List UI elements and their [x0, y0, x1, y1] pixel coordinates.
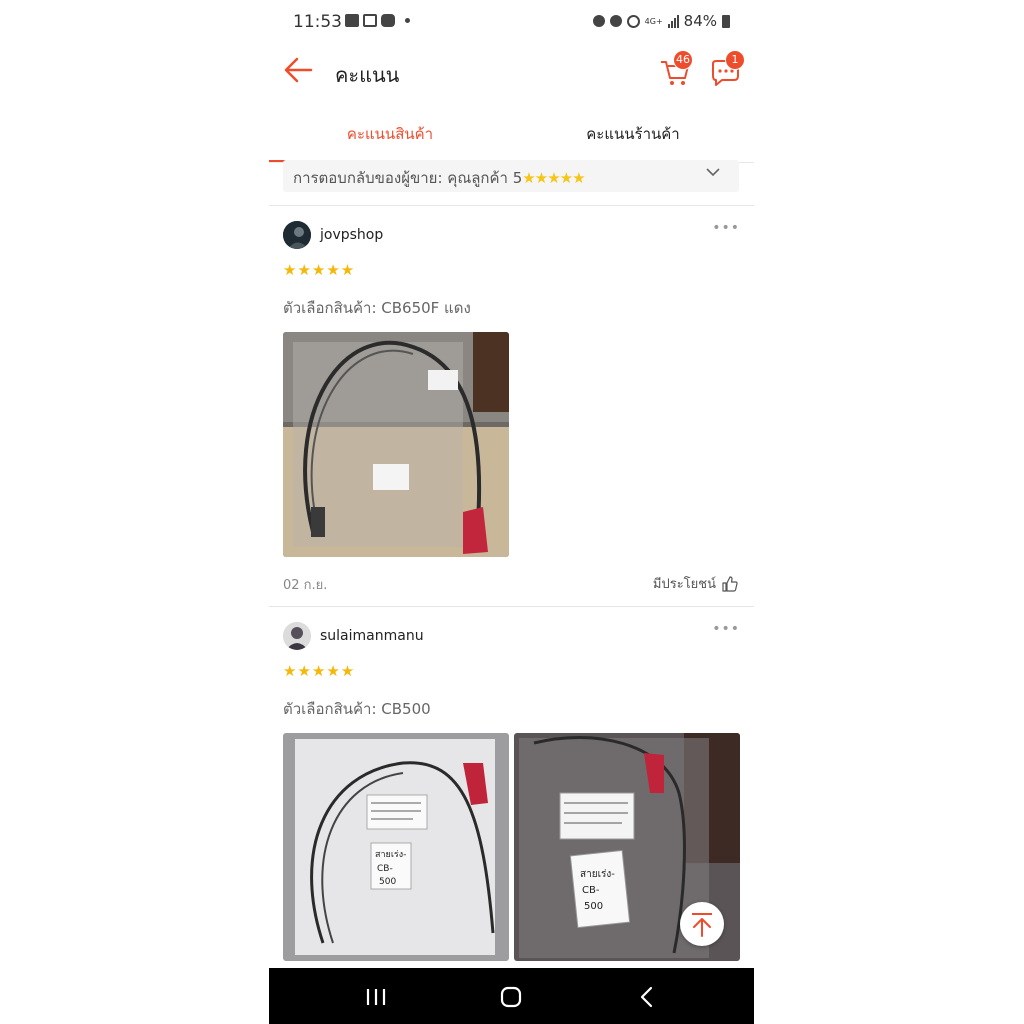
alarm-icon: [609, 15, 622, 27]
review-username[interactable]: jovpshop: [320, 227, 383, 243]
cart-button[interactable]: 46: [659, 50, 693, 88]
back-button[interactable]: [283, 56, 315, 84]
more-dots-icon[interactable]: •••: [712, 220, 740, 236]
gallery-icon: [345, 14, 359, 27]
photo-label: สายเร่ง-: [580, 869, 615, 880]
user-avatar-image: [283, 622, 311, 650]
rating-stars: ★★★★★: [283, 662, 356, 680]
review-username[interactable]: sulaimanmanu: [320, 628, 424, 644]
product-variation: ตัวเลือกสินค้า: CB500: [283, 700, 431, 718]
network-type: 4G+: [644, 16, 663, 26]
chevron-left-icon: [640, 986, 653, 1008]
review-date: 02 ก.ย.: [283, 578, 328, 593]
filter-label: การตอบกลับของผู้ขาย: คุณลูกค้า 5: [293, 169, 523, 187]
phone-screen: 11:53 4G+ 84% คะแนน 46 1 คะแนนสินค้า คะแ…: [269, 0, 754, 1024]
page-title: คะแนน: [335, 63, 400, 87]
photo-label: สายเร่ง-: [375, 850, 406, 860]
avatar[interactable]: [283, 221, 311, 249]
cable-photo-image: [283, 332, 509, 557]
product-variation: ตัวเลือกสินค้า: CB650F แดง: [283, 299, 471, 317]
thumbs-up-icon: [722, 575, 738, 592]
recent-apps-button[interactable]: [361, 982, 391, 1012]
arrow-left-icon: [284, 57, 313, 83]
rating-stars: ★★★★★: [283, 261, 356, 279]
vpn-icon: [592, 15, 605, 27]
cable-photo-image: สายเร่ง- CB- 500: [283, 733, 509, 961]
filter-stars: ★★★★★: [522, 169, 585, 187]
system-status: 4G+ 84%: [592, 12, 730, 30]
filter-label-row: การตอบกลับของผู้ขาย: คุณลูกค้า 5★★★★★: [293, 166, 586, 190]
chat-count-badge: 1: [725, 50, 745, 70]
recent-apps-icon: [366, 989, 386, 1005]
home-icon: [500, 986, 522, 1008]
more-dots-icon[interactable]: •••: [712, 621, 740, 637]
back-nav-button[interactable]: [632, 982, 662, 1012]
hotspot-icon: [626, 14, 640, 28]
chat-button[interactable]: 1: [709, 50, 745, 88]
user-avatar-image: [283, 221, 311, 249]
review-card: jovpshop ••• ★★★★★ ตัวเลือกสินค้า: CB650…: [269, 206, 754, 606]
rating-tabs: คะแนนสินค้า คะแนนร้านค้า: [269, 112, 754, 163]
photo-label: CB-: [582, 885, 600, 896]
system-nav-bar: [269, 968, 754, 1024]
seller-reply-filter[interactable]: การตอบกลับของผู้ขาย: คุณลูกค้า 5★★★★★: [283, 160, 739, 192]
notification-icons: [345, 14, 410, 27]
status-time: 11:53: [293, 12, 342, 32]
status-bar: 11:53 4G+ 84%: [269, 0, 754, 44]
chevron-down-icon: [706, 168, 720, 177]
battery-percent: 84%: [683, 12, 717, 30]
signal-icon: [667, 14, 679, 28]
photo-label: 500: [584, 901, 603, 912]
review-photo[interactable]: สายเร่ง- CB- 500: [283, 733, 509, 961]
more-notifications-icon: [405, 18, 410, 23]
arrow-up-to-top-icon: [692, 913, 712, 937]
scroll-to-top-button[interactable]: [680, 902, 724, 946]
tab-shop-ratings[interactable]: คะแนนร้านค้า: [512, 112, 754, 160]
cart-count-badge: 46: [673, 50, 693, 70]
tab-product-ratings[interactable]: คะแนนสินค้า: [269, 112, 511, 162]
helpful-button[interactable]: มีประโยชน์: [653, 573, 738, 594]
app-header: คะแนน 46 1: [269, 44, 754, 100]
youtube-icon: [381, 14, 395, 27]
photo-label: 500: [379, 877, 396, 887]
home-button[interactable]: [496, 982, 526, 1012]
battery-icon: [722, 14, 730, 28]
play-store-icon: [363, 14, 377, 27]
review-photo[interactable]: [283, 332, 509, 557]
helpful-label: มีประโยชน์: [652, 577, 716, 592]
avatar[interactable]: [283, 622, 311, 650]
photo-label: CB-: [377, 864, 393, 874]
